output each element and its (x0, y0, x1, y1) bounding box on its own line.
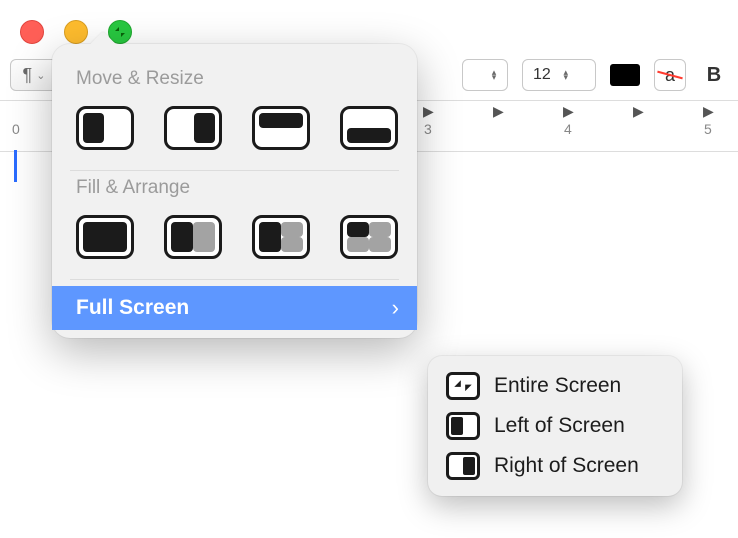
window-close-button[interactable] (20, 20, 44, 44)
ruler-number: 0 (12, 121, 20, 137)
full-screen-label: Full Screen (76, 296, 189, 320)
pilcrow-icon: ¶ (23, 65, 33, 86)
tab-marker-icon[interactable]: ▶ (563, 103, 574, 120)
tab-marker-icon[interactable]: ▶ (633, 103, 644, 120)
chevron-right-icon: › (392, 295, 399, 321)
tab-marker-icon[interactable]: ▶ (423, 103, 434, 120)
divider (70, 279, 399, 280)
clear-formatting-button[interactable]: a (654, 59, 686, 91)
tab-marker-icon[interactable]: ▶ (703, 103, 714, 120)
font-size-dropdown[interactable]: 12 ▴▾ (522, 59, 596, 91)
maximize-icon (114, 26, 126, 38)
text-cursor (14, 150, 17, 182)
bold-button[interactable]: B (700, 60, 728, 90)
submenu-entire-screen[interactable]: Entire Screen (428, 366, 682, 406)
ruler-number: 4 (564, 121, 572, 137)
tile-left-half[interactable] (76, 106, 134, 150)
section-title-move-resize: Move & Resize (76, 68, 417, 90)
full-screen-submenu: Entire Screen Left of Screen Right of Sc… (428, 356, 682, 496)
font-size-value: 12 (533, 66, 551, 84)
paragraph-style-dropdown[interactable]: ¶ ⌄ (10, 59, 58, 91)
window-tile-popover: Move & Resize Fill & Arrange Full Screen… (52, 44, 417, 338)
bold-label: B (707, 64, 721, 87)
submenu-label: Right of Screen (494, 454, 639, 478)
submenu-label: Left of Screen (494, 414, 625, 438)
left-of-screen-icon (446, 412, 480, 440)
tab-marker-icon[interactable]: ▶ (493, 103, 504, 120)
ruler-number: 5 (704, 121, 712, 137)
submenu-right-of-screen[interactable]: Right of Screen (428, 446, 682, 486)
tile-bottom-half[interactable] (340, 106, 398, 150)
ruler-number: 3 (424, 121, 432, 137)
tile-halves[interactable] (164, 215, 222, 259)
tile-quarters[interactable] (340, 215, 398, 259)
entire-screen-icon (446, 372, 480, 400)
submenu-label: Entire Screen (494, 374, 621, 398)
full-screen-menu-item[interactable]: Full Screen › (52, 286, 417, 330)
window-minimize-button[interactable] (64, 20, 88, 44)
chevron-down-icon: ⌄ (36, 69, 45, 82)
tile-left-quarters[interactable] (252, 215, 310, 259)
tile-fill[interactable] (76, 215, 134, 259)
right-of-screen-icon (446, 452, 480, 480)
submenu-left-of-screen[interactable]: Left of Screen (428, 406, 682, 446)
stepper-icon: ▴▾ (559, 70, 573, 80)
text-color-swatch[interactable] (610, 64, 640, 86)
section-title-fill-arrange: Fill & Arrange (76, 177, 417, 199)
divider (70, 170, 399, 171)
tile-right-half[interactable] (164, 106, 222, 150)
font-family-dropdown[interactable]: ▴▾ (462, 59, 508, 91)
stepper-icon: ▴▾ (487, 70, 501, 80)
tile-top-half[interactable] (252, 106, 310, 150)
